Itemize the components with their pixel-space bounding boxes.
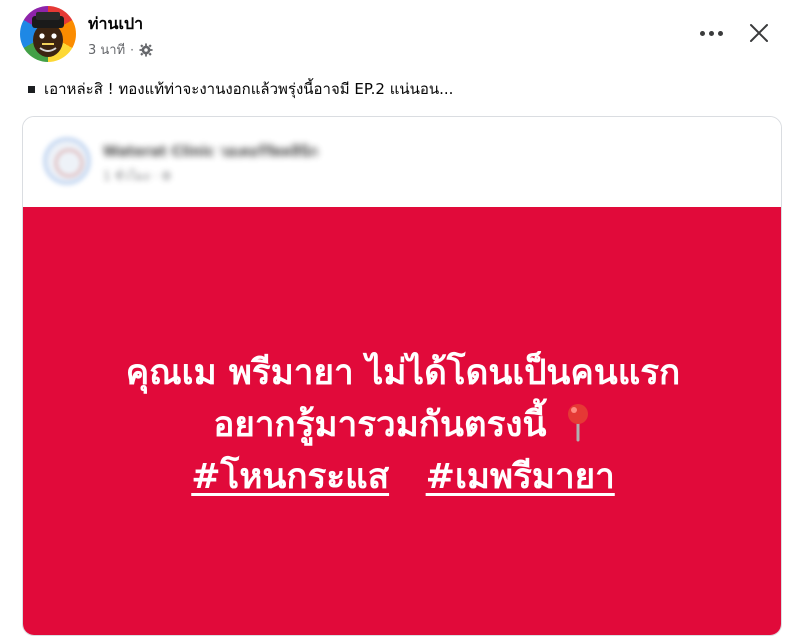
shared-post-header: Waterat Clinic วอเตอร์รัตคลินิก 1 ชั่วโม… (23, 117, 781, 207)
hashtag-link-2[interactable]: #เมพรีมายา (426, 457, 615, 497)
post-image-banner[interactable]: คุณเม พรีมายา ไม่ได้โดนเป็นคนแรก อยากรู้… (23, 207, 781, 635)
banner-line-3: #โหนกระแส #เมพรีมายา (23, 451, 781, 503)
more-options-button[interactable] (694, 18, 728, 48)
author-avatar[interactable] (20, 6, 76, 62)
post-caption: เอาหล่ะสิ ! ทองแท้ท่าจะงานงอกแล้วพรุ่งนี… (28, 77, 453, 101)
banner-line-2: อยากรู้มารวมกันตรงนี้ (23, 399, 781, 451)
more-dot (708, 30, 714, 36)
round-pushpin-icon (567, 404, 588, 442)
shared-post-meta: 1 ชั่วโมง · ⚙ (103, 169, 172, 183)
square-bullet-icon (28, 85, 35, 93)
gear-icon[interactable] (139, 42, 153, 57)
banner-text: คุณเม พรีมายา ไม่ได้โดนเป็นคนแรก อยากรู้… (23, 347, 781, 503)
shared-author-avatar[interactable] (43, 137, 91, 185)
post-header: ท่านเปา 3 นาที · (0, 0, 800, 68)
post-meta: 3 นาที · (88, 39, 153, 60)
hashtag-link-1[interactable]: #โหนกระแส (191, 457, 389, 497)
close-button[interactable] (742, 16, 776, 50)
caption-text: เอาหล่ะสิ ! ทองแท้ท่าจะงานงอกแล้วพรุ่งนี… (44, 80, 454, 98)
shared-post-card[interactable]: Waterat Clinic วอเตอร์รัตคลินิก 1 ชั่วโม… (22, 116, 782, 636)
shared-author-name[interactable]: Waterat Clinic วอเตอร์รัตคลินิก (103, 141, 318, 163)
post-time[interactable]: 3 นาที (88, 39, 125, 60)
more-dot (717, 30, 723, 36)
more-dots-icon (699, 30, 705, 36)
banner-line-2-text: อยากรู้มารวมกันตรงนี้ (213, 405, 547, 445)
meta-separator: · (130, 42, 134, 57)
avatar-portrait-icon (32, 12, 64, 57)
author-name[interactable]: ท่านเปา (88, 12, 143, 37)
banner-line-1: คุณเม พรีมายา ไม่ได้โดนเป็นคนแรก (125, 353, 681, 393)
close-icon (750, 24, 768, 42)
